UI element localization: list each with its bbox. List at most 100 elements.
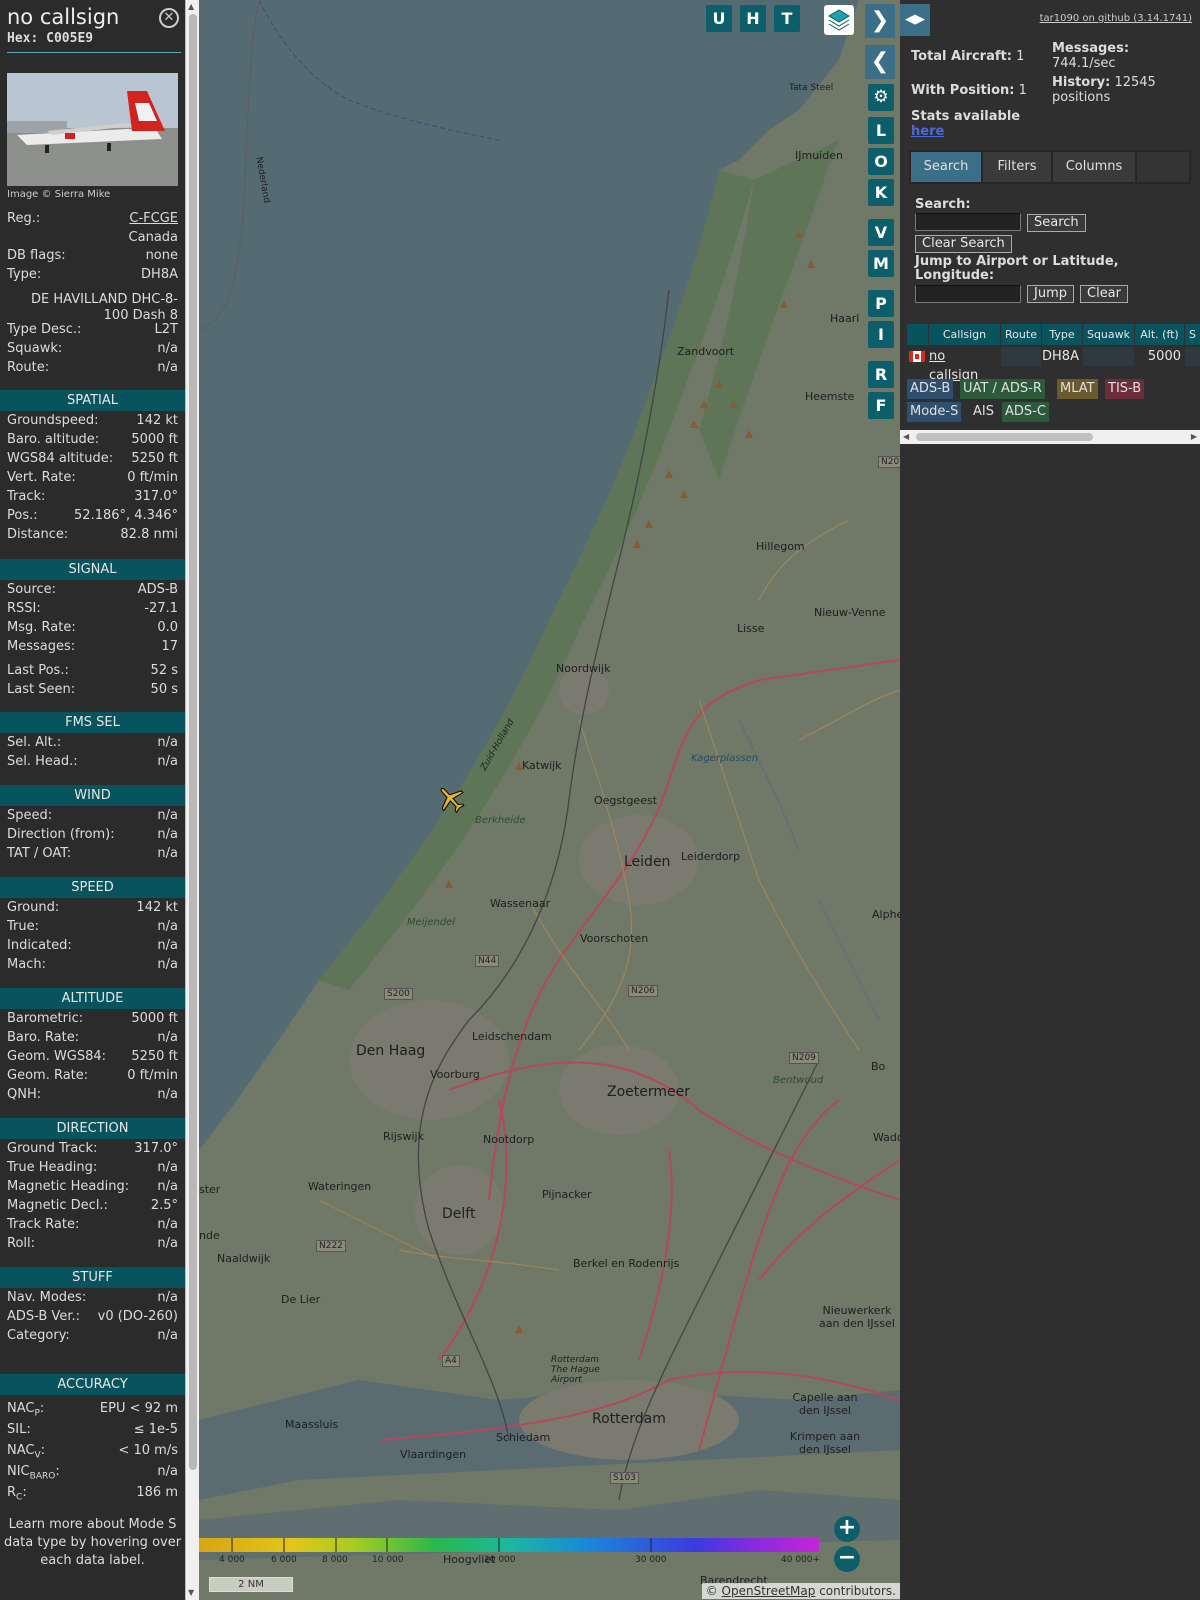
collapse-panel-icon[interactable]: ❮ <box>865 45 895 79</box>
section-header-fms: FMS SEL <box>0 712 185 733</box>
toolbar-o-button[interactable]: O <box>868 148 894 175</box>
source-modes-badge[interactable]: Mode-S <box>907 402 962 422</box>
zoom-out-icon[interactable]: − <box>834 1546 860 1572</box>
map-label: Nootdorp <box>483 1133 535 1146</box>
info-row-value: 142 kt <box>136 900 178 915</box>
info-row-value: n/a <box>157 1290 178 1305</box>
info-row-value: 5250 ft <box>131 1049 178 1064</box>
layers-icon[interactable] <box>824 5 854 35</box>
info-row: Track: 317.0° <box>7 489 178 508</box>
tab-columns[interactable]: Columns <box>1053 152 1135 182</box>
info-row-value: 317.0° <box>134 1141 178 1156</box>
tab-search[interactable]: Search <box>911 152 981 182</box>
table-header-flag[interactable] <box>907 324 928 345</box>
toolbar-h-button[interactable]: H <box>740 5 766 32</box>
info-row-label-text: NAC <box>7 1443 35 1458</box>
toolbar-i-button[interactable]: I <box>868 321 894 348</box>
toolbar-r-button[interactable]: R <box>868 361 894 388</box>
github-link[interactable]: tar1090 on github (3.14.1741) <box>1040 13 1192 24</box>
table-horizontal-scrollbar[interactable]: ◀ ▶ <box>900 430 1200 444</box>
toolbar-l-button[interactable]: L <box>868 117 894 144</box>
map-view[interactable]: Zandvoort Heemste Hillegom Nieuw-Venne L… <box>199 0 900 1600</box>
table-header-callsign[interactable]: Callsign <box>929 324 1000 345</box>
source-adsb-badge[interactable]: ADS-B <box>907 379 954 399</box>
aircraft-marker-icon[interactable] <box>435 783 467 815</box>
map-label: Voorschoten <box>580 932 649 945</box>
info-row-value: 52 s <box>150 663 178 678</box>
expand-panel-icon[interactable]: ❯ <box>865 4 895 38</box>
clear-button[interactable]: Clear <box>1080 285 1128 303</box>
toolbar-k-button[interactable]: K <box>868 179 894 206</box>
info-row-value: n/a <box>157 360 178 375</box>
jump-button[interactable]: Jump <box>1027 285 1074 303</box>
toggle-sidebar-icon[interactable]: ◀▶ <box>900 4 930 36</box>
road-number: N209 <box>789 1052 819 1064</box>
altitude-scale-label: 8 000 <box>322 1555 348 1565</box>
info-row-label: Route: <box>7 360 49 375</box>
table-header-altitude[interactable]: Alt. (ft) <box>1135 324 1184 345</box>
info-row: Vert. Rate: 0 ft/min <box>7 470 178 489</box>
tab-filters[interactable]: Filters <box>983 152 1051 182</box>
close-icon[interactable]: ✕ <box>159 8 179 28</box>
info-row-label: Magnetic Heading: <box>7 1179 129 1194</box>
info-row-value: n/a <box>157 1179 178 1194</box>
info-row-label-text: RSSI: <box>7 601 41 616</box>
info-row: Sel. Alt.: n/a <box>7 735 178 754</box>
map-label: Nieuwerkerk aan den IJssel <box>819 1304 895 1330</box>
settings-gear-icon[interactable]: ⚙ <box>868 84 894 111</box>
messages-stat: Messages: 744.1/sec <box>1052 41 1129 71</box>
info-row-label: Messages: <box>7 639 75 654</box>
scrollbar-thumb[interactable] <box>189 14 197 1470</box>
source-ais-badge[interactable]: AIS <box>970 402 997 422</box>
altitude-scale-label: 10 000 <box>372 1555 404 1565</box>
altitude-scale-label: 40 000+ <box>781 1555 821 1565</box>
info-panel-scrollbar[interactable]: ▲ ▼ <box>185 0 199 1600</box>
info-row-value: 0 ft/min <box>127 470 178 485</box>
info-row-value: n/a <box>157 1328 178 1343</box>
source-uat-badge[interactable]: UAT / ADS-R <box>960 379 1045 399</box>
map-label: Delft <box>442 1206 476 1222</box>
info-row-label: TAT / OAT: <box>7 846 71 861</box>
scrollbar-thumb[interactable] <box>916 433 1093 441</box>
toolbar-t-button[interactable]: T <box>774 5 800 32</box>
clear-search-button[interactable]: Clear Search <box>915 235 1012 253</box>
toolbar-p-button[interactable]: P <box>868 290 894 317</box>
info-row-value: 5000 ft <box>131 1011 178 1026</box>
info-row-value: -27.1 <box>144 601 178 616</box>
info-row: Source: ADS-B <box>7 582 178 601</box>
aircraft-photo[interactable] <box>7 73 178 186</box>
info-row-label: Sel. Alt.: <box>7 735 61 750</box>
table-header-route[interactable]: Route <box>1001 324 1041 345</box>
search-button[interactable]: Search <box>1027 214 1086 232</box>
total-aircraft-value: 1 <box>1016 49 1025 64</box>
info-row-label-text: Messages: <box>7 639 76 654</box>
zoom-in-icon[interactable]: + <box>834 1516 860 1542</box>
table-header-speed[interactable]: S <box>1185 324 1200 345</box>
info-row: Last Pos.: 52 s <box>7 663 178 682</box>
info-row-value: 317.0° <box>134 489 178 504</box>
jump-input[interactable] <box>915 285 1021 303</box>
registration-link[interactable]: C-FCGE <box>129 211 178 226</box>
tab-extra[interactable] <box>1137 152 1189 182</box>
info-row: NICBARO: n/a <box>7 1464 178 1483</box>
info-row: DB flags: none <box>7 248 178 267</box>
map-label: Alphe den <box>872 908 900 921</box>
openstreetmap-link[interactable]: OpenStreetMap <box>722 1584 816 1598</box>
source-mlat-badge[interactable]: MLAT <box>1057 379 1098 399</box>
toolbar-f-button[interactable]: F <box>868 392 894 419</box>
table-header-squawk[interactable]: Squawk <box>1083 324 1134 345</box>
search-input[interactable] <box>915 213 1021 231</box>
toolbar-u-button[interactable]: U <box>706 5 732 32</box>
source-adsc-badge[interactable]: ADS-C <box>1002 402 1049 422</box>
row-callsign[interactable]: no callsign <box>929 347 1000 383</box>
toolbar-v-button[interactable]: V <box>868 219 894 246</box>
table-header-type[interactable]: Type <box>1042 324 1082 345</box>
toolbar-m-button[interactable]: M <box>868 250 894 277</box>
type-full-name: DE HAVILLAND DHC-8-100 Dash 8 <box>31 292 178 323</box>
info-row-value: v0 (DO-260) <box>97 1309 178 1324</box>
source-tisb-badge[interactable]: TIS-B <box>1105 379 1145 399</box>
map-label: Berkheide <box>475 815 526 826</box>
info-row-label: Indicated: <box>7 938 72 953</box>
stats-here-link[interactable]: here <box>911 124 944 139</box>
section-header-accuracy: ACCURACY <box>0 1374 185 1395</box>
